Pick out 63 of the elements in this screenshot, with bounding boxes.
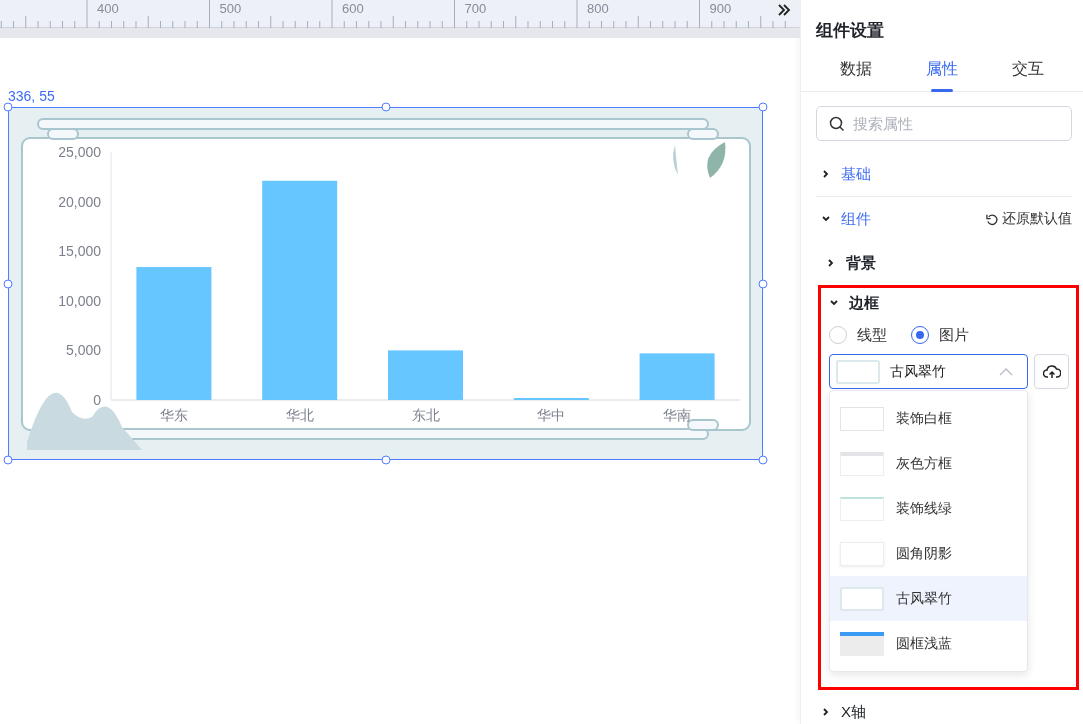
ruler-label: 900 (708, 0, 733, 18)
tab[interactable]: 属性 (899, 56, 985, 91)
ruler-label: 500 (218, 0, 243, 18)
chevron-right-icon[interactable] (821, 169, 831, 179)
subsection-title[interactable]: 边框 (849, 293, 879, 313)
chevron-up-icon (999, 366, 1013, 377)
x-category-label: 华北 (285, 407, 314, 423)
resize-handle[interactable] (758, 455, 768, 465)
resize-handle[interactable] (3, 102, 13, 112)
panel-title: 组件设置 (815, 20, 885, 42)
ruler-label: 600 (341, 0, 365, 18)
y-tick-label: 20,000 (58, 193, 101, 210)
resize-handle[interactable] (3, 455, 13, 465)
chevron-down-icon[interactable] (821, 214, 831, 224)
y-tick-label: 15,000 (58, 243, 101, 260)
chevron-right-icon[interactable] (826, 258, 836, 268)
resize-handle[interactable] (758, 102, 768, 112)
dropdown-option[interactable]: 装饰线绿 (830, 486, 1027, 531)
border-thumbnail (840, 586, 884, 611)
y-tick-label: 25,000 (58, 144, 101, 160)
subsection-title[interactable]: 背景 (846, 253, 876, 273)
y-tick-label: 5,000 (65, 342, 101, 359)
border-thumbnail (836, 359, 880, 384)
section-title[interactable]: 基础 (841, 164, 871, 184)
x-category-label: 东北 (411, 407, 440, 423)
resize-handle[interactable] (381, 102, 390, 112)
border-thumbnail (840, 496, 884, 521)
y-tick-label: 0 (93, 392, 101, 408)
upload-button[interactable] (1034, 354, 1069, 389)
tab[interactable]: 交互 (985, 56, 1071, 91)
y-tick-label: 10,000 (58, 292, 101, 309)
ruler-label: 800 (586, 0, 610, 18)
radio-label[interactable]: 线型 (857, 325, 887, 345)
x-category-label: 华中 (537, 407, 566, 423)
x-category-label: 华东 (159, 407, 188, 423)
resize-handle[interactable] (381, 455, 390, 465)
expand-icon[interactable] (777, 3, 791, 17)
position-label: 336, 55 (8, 88, 56, 105)
ruler-label: 700 (463, 0, 488, 18)
border-thumbnail (840, 406, 884, 431)
dropdown-option[interactable]: 圆角阴影 (830, 531, 1027, 576)
cloud-upload-icon (1042, 363, 1061, 380)
section-title[interactable]: 组件 (841, 209, 871, 229)
section-title[interactable]: X轴 (841, 702, 866, 722)
reset-link[interactable]: 还原默认值 (986, 210, 1072, 228)
chevron-right-icon[interactable] (821, 707, 831, 717)
x-category-label: 华南 (663, 407, 692, 423)
dropdown-option[interactable]: 圆框浅蓝 (830, 621, 1027, 666)
dropdown-option[interactable]: 装饰白框 (830, 396, 1027, 441)
border-style-dropdown[interactable]: 古风翠竹 (829, 354, 1028, 389)
border-thumbnail (840, 631, 884, 656)
chevron-down-icon[interactable] (829, 298, 839, 308)
search-icon (829, 115, 845, 132)
undo-icon (986, 212, 999, 226)
radio-label[interactable]: 图片 (939, 325, 969, 345)
border-thumbnail (840, 451, 884, 476)
resize-handle[interactable] (758, 279, 768, 288)
resize-handle[interactable] (3, 279, 13, 288)
tab[interactable]: 数据 (813, 56, 899, 91)
search-field[interactable]: 搜索属性 (816, 106, 1072, 141)
dropdown-option[interactable]: 古风翠竹 (830, 576, 1027, 621)
ruler-label: 400 (96, 0, 120, 18)
dropdown-option[interactable]: 灰色方框 (830, 441, 1027, 486)
